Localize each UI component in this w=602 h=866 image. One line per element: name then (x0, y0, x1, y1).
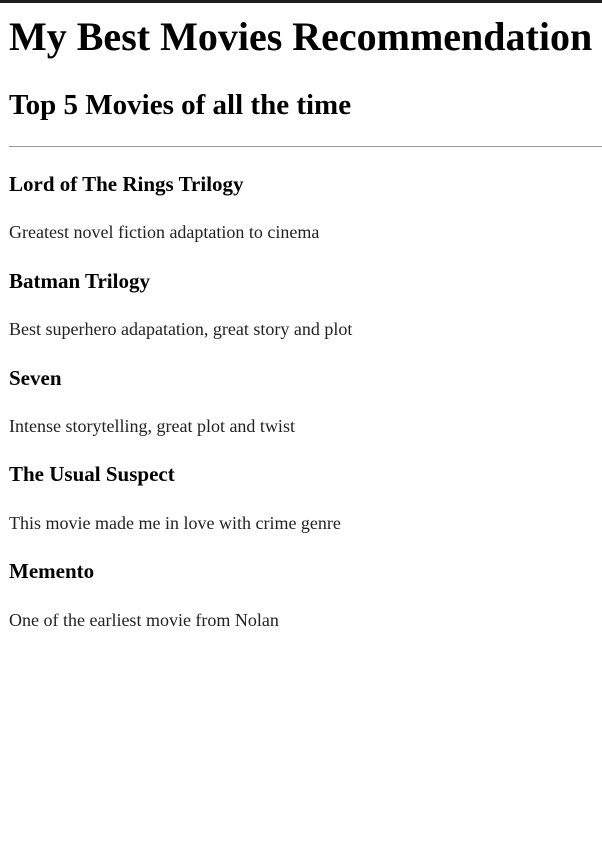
movie-title: Seven (9, 366, 62, 390)
section-title: Top 5 Movies of all the time (9, 89, 352, 121)
page-title: My Best Movies Recommendation (9, 14, 593, 59)
movie-description: Intense storytelling, great plot and twi… (9, 416, 295, 436)
movie-description: This movie made me in love with crime ge… (9, 513, 341, 533)
movie-description: One of the earliest movie from Nolan (9, 610, 279, 630)
movie-title: Batman Trilogy (9, 269, 150, 293)
movie-title: Lord of The Rings Trilogy (9, 172, 244, 196)
movie-title: Memento (9, 559, 95, 583)
divider (9, 146, 602, 147)
movie-description: Greatest novel fiction adaptation to cin… (9, 222, 320, 242)
window-top-border (0, 0, 602, 3)
movie-title: The Usual Suspect (9, 462, 175, 486)
movie-description: Best superhero adapatation, great story … (9, 319, 353, 339)
